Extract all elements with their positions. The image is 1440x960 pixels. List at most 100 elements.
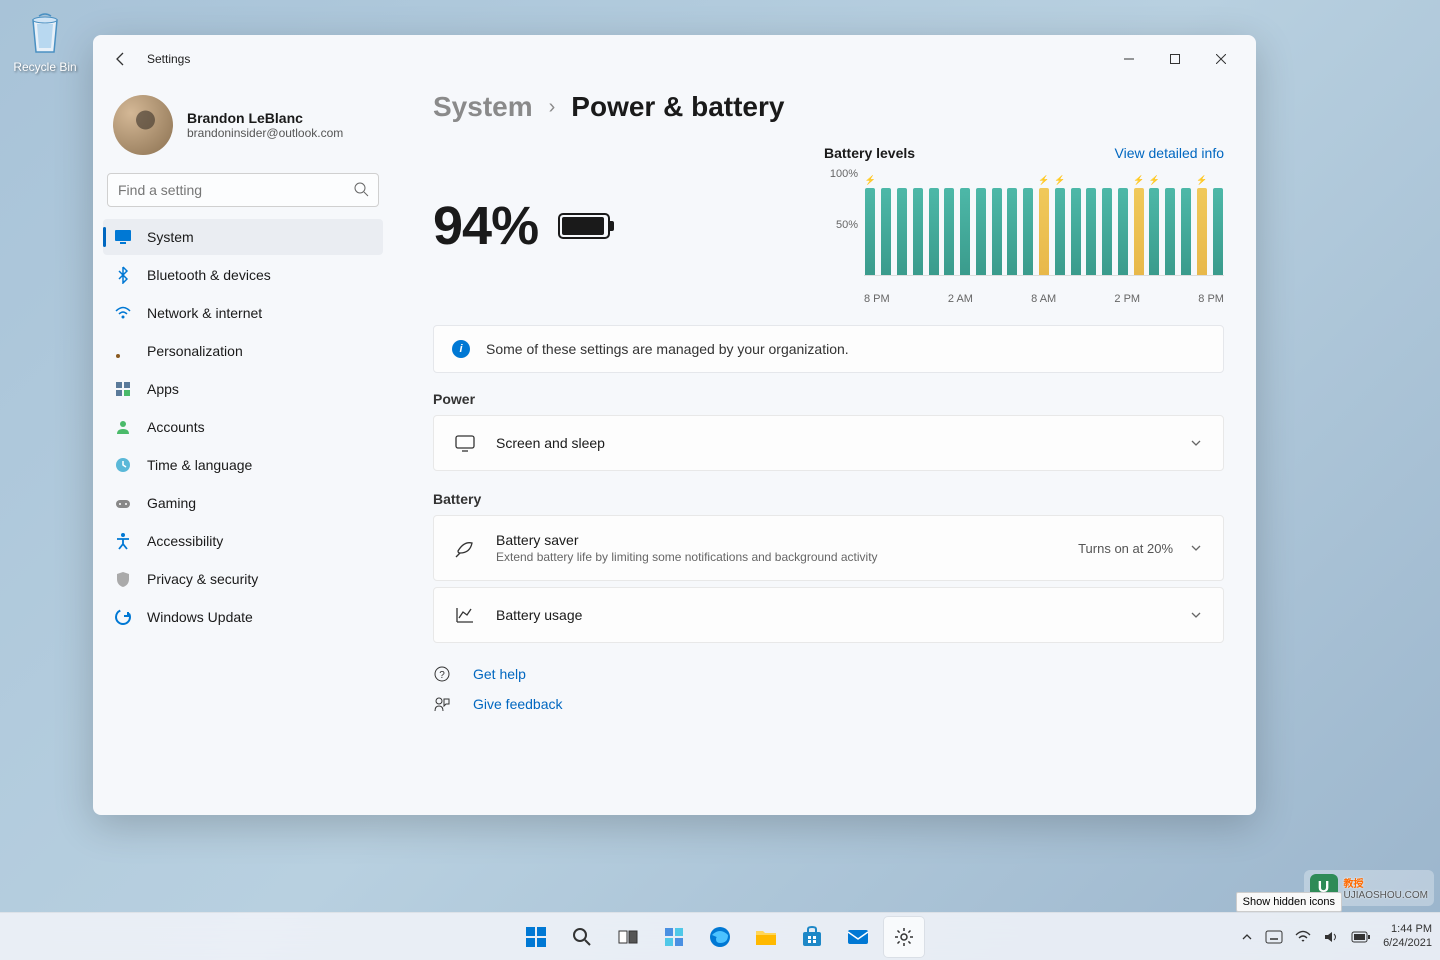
keyboard-icon[interactable] [1265, 930, 1283, 944]
battery-saver-card[interactable]: Battery saver Extend battery life by lim… [433, 515, 1224, 581]
sidebar-item-bluetooth-devices[interactable]: Bluetooth & devices [103, 257, 383, 293]
leaf-icon [454, 537, 476, 559]
sidebar-item-label: Privacy & security [147, 571, 258, 587]
accessibility-icon [113, 531, 133, 551]
sidebar-item-accounts[interactable]: Accounts [103, 409, 383, 445]
sidebar-item-network-internet[interactable]: Network & internet [103, 295, 383, 331]
recycle-bin[interactable]: Recycle Bin [10, 10, 80, 74]
banner-text: Some of these settings are managed by yo… [486, 341, 849, 357]
chart-bar [943, 176, 956, 275]
start-button[interactable] [516, 917, 556, 957]
breadcrumb: System › Power & battery [433, 91, 1224, 123]
chart-title: Battery levels [824, 145, 915, 161]
help-icon: ? [433, 665, 453, 683]
info-icon: i [452, 340, 470, 358]
sidebar-item-gaming[interactable]: Gaming [103, 485, 383, 521]
profile-block[interactable]: Brandon LeBlanc brandoninsider@outlook.c… [103, 83, 383, 173]
titlebar: Settings [93, 35, 1256, 83]
tray-tooltip: Show hidden icons [1236, 892, 1342, 912]
chart-bar [1006, 176, 1019, 275]
tray-clock[interactable]: 1:44 PM6/24/2021 [1383, 923, 1432, 949]
tray-wifi-icon[interactable] [1295, 930, 1311, 944]
minimize-button[interactable] [1106, 43, 1152, 75]
search-button[interactable] [562, 917, 602, 957]
sidebar-item-label: System [147, 229, 194, 245]
task-view-button[interactable] [608, 917, 648, 957]
sidebar-item-system[interactable]: System [103, 219, 383, 255]
tray-battery-icon[interactable] [1351, 931, 1371, 943]
sidebar-item-label: Gaming [147, 495, 196, 511]
maximize-button[interactable] [1152, 43, 1198, 75]
screen-icon [454, 432, 476, 454]
battery-section-label: Battery [433, 491, 1224, 507]
sidebar-item-accessibility[interactable]: Accessibility [103, 523, 383, 559]
sidebar-item-personalization[interactable]: Personalization [103, 333, 383, 369]
search-input[interactable] [107, 173, 379, 207]
chart-bar [1117, 176, 1130, 275]
battery-percent: 94% [433, 195, 538, 257]
tray-expand-icon[interactable] [1241, 931, 1253, 943]
feedback-icon [433, 695, 453, 713]
power-section-label: Power [433, 391, 1224, 407]
chart-bar [990, 176, 1003, 275]
view-detailed-link[interactable]: View detailed info [1115, 145, 1224, 161]
svg-text:?: ? [439, 670, 445, 681]
chart-bar [1069, 176, 1082, 275]
get-help-link[interactable]: ? Get help [433, 665, 1224, 683]
bluetooth-icon [113, 265, 133, 285]
battery-saver-status: Turns on at 20% [1078, 541, 1173, 556]
page-title: Power & battery [571, 91, 784, 123]
chart-bar [880, 176, 893, 275]
monitor-icon [113, 227, 133, 247]
sidebar-item-label: Network & internet [147, 305, 262, 321]
sidebar-item-privacy-security[interactable]: Privacy & security [103, 561, 383, 597]
breadcrumb-category[interactable]: System [433, 91, 533, 123]
settings-window: Settings Brandon LeBlanc brandoninsider@… [93, 35, 1256, 815]
edge-button[interactable] [700, 917, 740, 957]
store-button[interactable] [792, 917, 832, 957]
chart-bar [1085, 176, 1098, 275]
chart-bars: ⚡⚡⚡⚡⚡⚡ [864, 171, 1224, 276]
sidebar-item-label: Bluetooth & devices [147, 267, 271, 283]
search-icon [353, 181, 369, 197]
profile-name: Brandon LeBlanc [187, 110, 343, 126]
back-button[interactable] [105, 43, 137, 75]
widgets-button[interactable] [654, 917, 694, 957]
settings-button[interactable] [884, 917, 924, 957]
person-icon [113, 417, 133, 437]
sidebar-item-label: Personalization [147, 343, 243, 359]
sidebar-item-apps[interactable]: Apps [103, 371, 383, 407]
screen-and-sleep-card[interactable]: Screen and sleep [433, 415, 1224, 471]
tray-volume-icon[interactable] [1323, 930, 1339, 944]
org-managed-banner: i Some of these settings are managed by … [433, 325, 1224, 373]
battery-icon [558, 213, 610, 239]
chart-line-icon [454, 604, 476, 626]
chart-bar [1101, 176, 1114, 275]
sidebar-item-time-language[interactable]: Time & language [103, 447, 383, 483]
chart-bar [1022, 176, 1035, 275]
close-button[interactable] [1198, 43, 1244, 75]
battery-percent-block: 94% [433, 145, 610, 257]
chart-bar [911, 176, 924, 275]
card-subtitle: Extend battery life by limiting some not… [496, 550, 1078, 564]
battery-usage-card[interactable]: Battery usage [433, 587, 1224, 643]
mail-button[interactable] [838, 917, 878, 957]
shield-icon [113, 569, 133, 589]
card-title: Screen and sleep [496, 435, 1189, 451]
gamepad-icon [113, 493, 133, 513]
chart-bar [974, 176, 987, 275]
chevron-down-icon [1189, 541, 1203, 555]
sidebar-item-label: Accounts [147, 419, 205, 435]
chart-bar: ⚡ [1148, 176, 1161, 275]
give-feedback-link[interactable]: Give feedback [433, 695, 1224, 713]
app-title: Settings [147, 52, 190, 66]
apps-icon [113, 379, 133, 399]
brush-icon [113, 341, 133, 361]
sidebar-item-windows-update[interactable]: Windows Update [103, 599, 383, 635]
update-icon [113, 607, 133, 627]
chart-bar [927, 176, 940, 275]
explorer-button[interactable] [746, 917, 786, 957]
chart-bar [959, 176, 972, 275]
clock-icon [113, 455, 133, 475]
taskbar: Show hidden icons 1:44 PM6/24/2021 [0, 912, 1440, 960]
